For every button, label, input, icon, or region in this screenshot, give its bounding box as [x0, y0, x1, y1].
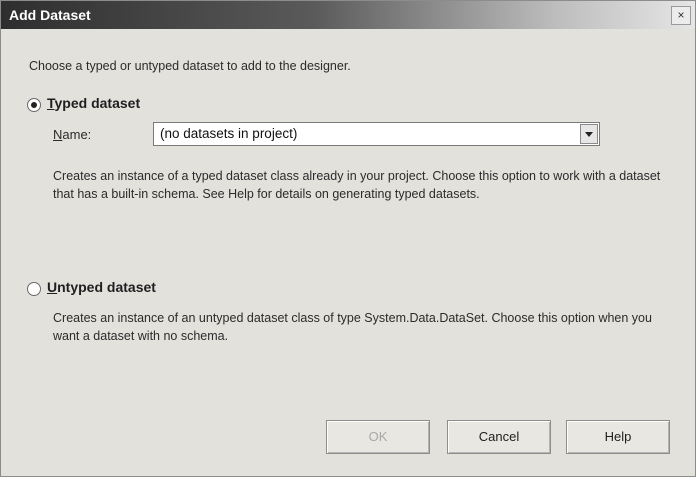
dataset-name-select[interactable]: (no datasets in project): [153, 122, 600, 146]
untyped-dataset-radio[interactable]: [27, 282, 41, 296]
name-label: Name:: [53, 127, 92, 142]
dropdown-button[interactable]: [580, 124, 598, 144]
help-button[interactable]: Help: [566, 420, 670, 454]
typed-dataset-description: Creates an instance of a typed dataset c…: [53, 169, 661, 201]
intro-text: Choose a typed or untyped dataset to add…: [29, 59, 351, 73]
close-button[interactable]: ×: [671, 6, 691, 25]
dataset-name-value: (no datasets in project): [160, 126, 298, 141]
untyped-dataset-label[interactable]: Untyped dataset: [47, 279, 156, 295]
typed-dataset-label[interactable]: Typed dataset: [47, 95, 140, 111]
dialog-title: Add Dataset: [9, 7, 91, 23]
untyped-dataset-description: Creates an instance of an untyped datase…: [53, 311, 652, 343]
ok-button[interactable]: OK: [326, 420, 430, 454]
radio-selected-dot: [31, 102, 37, 108]
typed-dataset-radio[interactable]: [27, 98, 41, 112]
chevron-down-icon: [585, 131, 593, 137]
cancel-button[interactable]: Cancel: [447, 420, 551, 454]
add-dataset-dialog: Add Dataset × Choose a typed or untyped …: [0, 0, 696, 477]
title-bar[interactable]: Add Dataset ×: [1, 1, 695, 29]
